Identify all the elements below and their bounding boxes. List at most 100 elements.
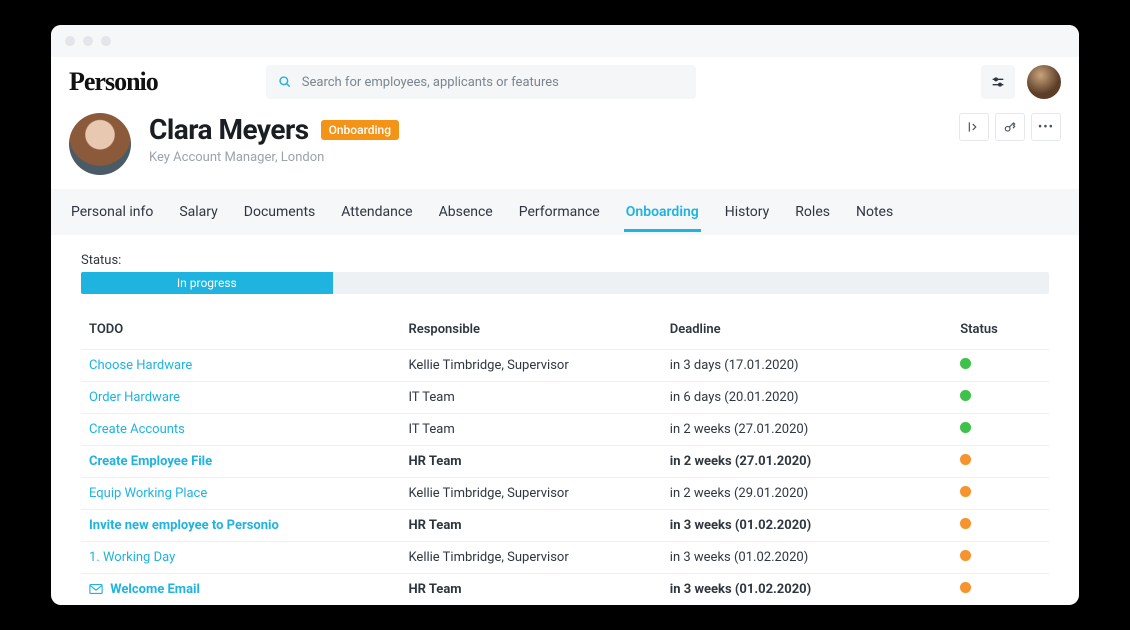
table-row: Equip Working Place Kellie Timbridge, Sup… (81, 478, 1049, 510)
todo-cell: Order Hardware (81, 382, 400, 414)
key-button[interactable] (995, 113, 1025, 141)
responsible-cell: HR Team (400, 446, 661, 478)
search-icon (278, 75, 292, 89)
todo-cell: Welcome Email (81, 574, 400, 606)
todo-cell: Create Accounts (81, 414, 400, 446)
deadline-cell: in 2 weeks (27.01.2020) (662, 414, 952, 446)
tab-roles[interactable]: Roles (793, 192, 832, 232)
todo-cell: Create Employee File (81, 446, 400, 478)
status-cell (952, 510, 1049, 542)
col-header-todo[interactable]: TODO (81, 312, 400, 350)
tab-history[interactable]: History (723, 192, 772, 232)
todo-link[interactable]: Create Accounts (89, 422, 185, 437)
profile-title-block: Clara Meyers Onboarding Key Account Mana… (149, 113, 399, 165)
responsible-cell: IT Team (400, 414, 661, 446)
onboarding-badge: Onboarding (321, 120, 399, 140)
deadline-cell: in 2 weeks (29.01.2020) (662, 478, 952, 510)
todo-link[interactable]: Choose Hardware (89, 358, 192, 373)
table-header-row: TODO Responsible Deadline Status (81, 312, 1049, 350)
responsible-cell: HR Team (400, 574, 661, 606)
table-row: 1. Working DayKellie Timbridge, Supervis… (81, 542, 1049, 574)
status-cell (952, 542, 1049, 574)
tab-salary[interactable]: Salary (177, 192, 219, 232)
status-dot-green (960, 390, 971, 401)
responsible-cell: Kellie Timbridge, Supervisor (400, 350, 661, 382)
tab-attendance[interactable]: Attendance (339, 192, 414, 232)
status-cell (952, 478, 1049, 510)
status-dot-orange (960, 518, 971, 529)
responsible-cell: HR Team (400, 510, 661, 542)
todo-link[interactable]: Invite new employee to Personio (89, 518, 279, 533)
status-cell (952, 350, 1049, 382)
tab-onboarding[interactable]: Onboarding (624, 192, 701, 232)
status-cell (952, 382, 1049, 414)
todo-link[interactable]: Welcome Email (89, 582, 200, 597)
table-row: Create Employee File HR Teamin 2 weeks (2… (81, 446, 1049, 478)
table-row: Create Accounts IT Teamin 2 weeks (27.01.… (81, 414, 1049, 446)
status-dot-orange (960, 582, 971, 593)
status-cell (952, 414, 1049, 446)
status-dot-green (960, 358, 971, 369)
col-header-deadline[interactable]: Deadline (662, 312, 952, 350)
todo-cell: Equip Working Place (81, 478, 400, 510)
progress-bar: In progress (81, 272, 1049, 294)
sliders-icon (990, 74, 1006, 90)
todo-cell: Choose Hardware (81, 350, 400, 382)
mail-icon (89, 584, 103, 594)
responsible-cell: IT Team (400, 382, 661, 414)
current-user-avatar[interactable] (1027, 65, 1061, 99)
table-row: Choose Hardware Kellie Timbridge, Supervi… (81, 350, 1049, 382)
todo-link[interactable]: 1. Working Day (89, 550, 175, 565)
deadline-cell: in 3 days (17.01.2020) (662, 350, 952, 382)
ellipsis-icon: ••• (1038, 120, 1054, 135)
table-row: Welcome Email HR Teamin 3 weeks (01.02.20… (81, 574, 1049, 606)
status-dot-orange (960, 486, 971, 497)
search-placeholder: Search for employees, applicants or feat… (302, 75, 559, 90)
profile-name-row: Clara Meyers Onboarding (149, 113, 399, 146)
table-row: Invite new employee to Personio HR Teamin… (81, 510, 1049, 542)
topbar-right (981, 65, 1061, 99)
onboarding-content: Status: In progress TODO Responsible Dea… (51, 235, 1079, 605)
status-dot-green (960, 422, 971, 433)
window-minimize-dot[interactable] (83, 36, 93, 46)
todo-link[interactable]: Equip Working Place (89, 486, 207, 501)
todo-link[interactable]: Order Hardware (89, 390, 180, 405)
deadline-cell: in 3 weeks (01.02.2020) (662, 542, 952, 574)
tab-absence[interactable]: Absence (437, 192, 495, 232)
status-cell (952, 446, 1049, 478)
todo-cell: Invite new employee to Personio (81, 510, 400, 542)
col-header-responsible[interactable]: Responsible (400, 312, 661, 350)
window-maximize-dot[interactable] (101, 36, 111, 46)
status-label: Status: (81, 253, 1049, 268)
more-actions-button[interactable]: ••• (1031, 113, 1061, 141)
employee-name: Clara Meyers (149, 113, 309, 146)
progress-segment-in-progress: In progress (81, 272, 333, 294)
deadline-cell: in 3 weeks (01.02.2020) (662, 510, 952, 542)
tab-personal-info[interactable]: Personal info (69, 192, 155, 232)
app-window: Personio Search for employees, applicant… (51, 25, 1079, 605)
window-titlebar (51, 25, 1079, 57)
todo-cell: 1. Working Day (81, 542, 400, 574)
status-dot-orange (960, 454, 971, 465)
tab-performance[interactable]: Performance (517, 192, 602, 232)
window-close-dot[interactable] (65, 36, 75, 46)
profile-tabs: Personal info Salary Documents Attendance Ab… (51, 189, 1079, 235)
responsible-cell: Kellie Timbridge, Supervisor (400, 478, 661, 510)
profile-actions: ••• (959, 113, 1061, 141)
tab-documents[interactable]: Documents (242, 192, 317, 232)
employee-subtitle: Key Account Manager, London (149, 150, 399, 165)
employee-avatar[interactable] (69, 113, 131, 175)
settings-sliders-button[interactable] (981, 65, 1015, 99)
app-logo[interactable]: Personio (69, 67, 178, 97)
deadline-cell: in 2 weeks (27.01.2020) (662, 446, 952, 478)
status-cell (952, 574, 1049, 606)
tab-notes[interactable]: Notes (854, 192, 895, 232)
profile-header: Clara Meyers Onboarding Key Account Mana… (51, 107, 1079, 189)
deadline-cell: in 6 days (20.01.2020) (662, 382, 952, 414)
impersonate-button[interactable] (959, 113, 989, 141)
key-icon (1003, 120, 1017, 134)
todo-link[interactable]: Create Employee File (89, 454, 212, 469)
col-header-status[interactable]: Status (952, 312, 1049, 350)
search-input-wrap[interactable]: Search for employees, applicants or feat… (266, 65, 696, 99)
deadline-cell: in 3 weeks (01.02.2020) (662, 574, 952, 606)
